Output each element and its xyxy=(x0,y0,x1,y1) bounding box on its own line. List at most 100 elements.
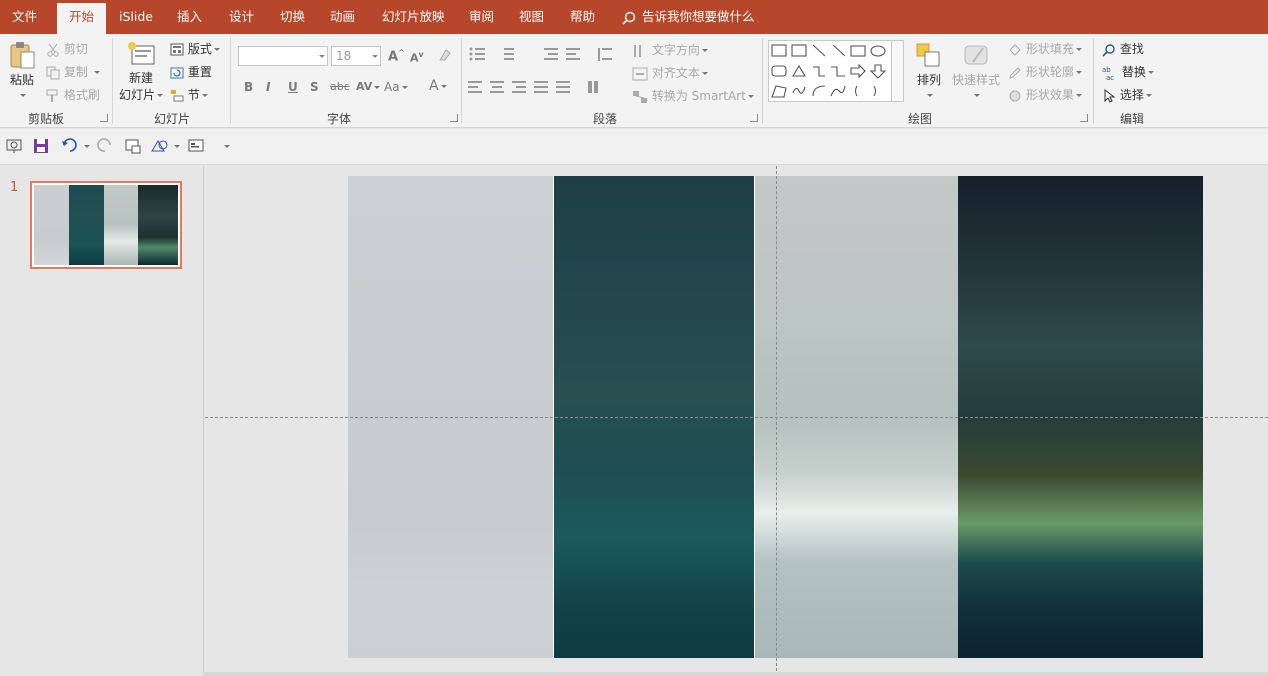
change-case-button[interactable]: Aa xyxy=(384,80,408,94)
group-divider xyxy=(1093,38,1094,124)
clipboard-launcher-icon[interactable] xyxy=(100,114,108,122)
tab-insert[interactable]: 插入 xyxy=(165,0,214,34)
shape-fill-label: 形状填充 xyxy=(1025,42,1074,56)
editing-group-label: 编辑 xyxy=(1119,112,1144,126)
char-spacing-button[interactable]: AV xyxy=(356,80,381,93)
slide-thumbnail[interactable] xyxy=(30,181,182,269)
align-text-label: 对齐文本 xyxy=(651,66,700,80)
tab-islide[interactable]: iSlide xyxy=(107,0,165,34)
layout-label: 版式 xyxy=(187,42,212,56)
replace-icon: abac xyxy=(1102,66,1114,81)
replace-button[interactable]: ab ac 替换 xyxy=(1102,63,1154,81)
font-size-value: 18 xyxy=(336,49,352,63)
shadow-button[interactable]: S xyxy=(310,80,319,94)
paste-button[interactable]: 粘贴 xyxy=(6,40,38,102)
paintbrush-icon xyxy=(46,89,58,102)
drawing-launcher-icon[interactable] xyxy=(1080,114,1088,122)
tab-review[interactable]: 审阅 xyxy=(457,0,506,34)
paragraph-launcher-icon[interactable] xyxy=(750,114,758,122)
select-label: 选择 xyxy=(1119,88,1144,102)
font-group-label: 字体 xyxy=(326,112,351,126)
layout-button[interactable]: 版式 xyxy=(170,40,220,57)
slide-thumbnail-pane: 1 xyxy=(0,166,204,676)
cut-label: 剪切 xyxy=(63,42,88,56)
vertical-guide[interactable] xyxy=(776,166,777,676)
smartart-icon xyxy=(633,90,647,103)
font-launcher-icon[interactable] xyxy=(450,114,458,122)
paste-label: 粘贴 xyxy=(9,73,34,87)
cut-button[interactable]: 剪切 xyxy=(46,40,88,57)
convert-smartart-button[interactable]: 转换为 SmartArt xyxy=(632,87,754,104)
undo-dropdown-icon[interactable] xyxy=(84,145,90,148)
italic-button[interactable]: I xyxy=(266,80,270,94)
shape-effects-label: 形状效果 xyxy=(1025,88,1074,102)
magnifier-icon xyxy=(1102,43,1115,57)
underline-button[interactable]: U xyxy=(288,80,298,94)
reset-button[interactable]: 重置 xyxy=(170,63,212,80)
section-button[interactable]: 节 xyxy=(170,86,208,103)
shapes-icon[interactable] xyxy=(150,137,170,155)
tab-animations[interactable]: 动画 xyxy=(318,0,367,34)
present-icon[interactable] xyxy=(5,137,23,155)
quick-styles-icon xyxy=(964,45,988,65)
find-button[interactable]: 查找 xyxy=(1102,40,1144,57)
shape-outline-button[interactable]: 形状轮廓 xyxy=(1008,63,1082,80)
section-label: 节 xyxy=(187,88,200,102)
select-button[interactable]: 选择 xyxy=(1102,86,1152,103)
shapes-dropdown-icon[interactable] xyxy=(174,145,180,148)
arrange-button[interactable]: 排列 xyxy=(914,42,944,102)
menu-bar: 文件 开始 iSlide 插入 设计 切换 动画 幻灯片放映 审阅 视图 帮助 … xyxy=(0,0,1268,34)
text-direction-button[interactable]: 文字方向 xyxy=(632,41,708,58)
group-divider xyxy=(762,38,763,124)
slide-editing-canvas[interactable] xyxy=(205,166,1268,676)
shrink-font-button[interactable]: Av xyxy=(410,50,424,65)
new-slide-button[interactable]: 新建 幻灯片 xyxy=(118,40,164,103)
strikethrough-button[interactable]: abc xyxy=(330,80,350,93)
slide-from-start-icon[interactable] xyxy=(124,137,142,155)
align-text-button[interactable]: 对齐文本 xyxy=(632,64,708,81)
text-direction-icon xyxy=(634,44,641,57)
textbox-icon[interactable] xyxy=(187,137,205,155)
horizontal-guide[interactable] xyxy=(205,417,1268,418)
quick-styles-button[interactable]: 快速样式 xyxy=(950,42,1002,102)
horizontal-scrollbar[interactable] xyxy=(205,672,1268,676)
tab-help[interactable]: 帮助 xyxy=(558,0,607,34)
reset-icon xyxy=(170,67,184,79)
shapes-gallery-icons xyxy=(771,44,887,98)
arrange-label: 排列 xyxy=(916,73,941,87)
group-divider xyxy=(230,38,231,124)
save-icon[interactable] xyxy=(33,137,49,155)
customize-qat-icon[interactable] xyxy=(224,145,230,148)
redo-icon[interactable] xyxy=(96,137,114,155)
tab-design[interactable]: 设计 xyxy=(217,0,266,34)
grow-font-button[interactable]: A^ xyxy=(388,48,405,64)
format-painter-button[interactable]: 格式刷 xyxy=(46,86,100,103)
shapes-scroll[interactable] xyxy=(891,41,903,101)
section-icon xyxy=(171,90,184,102)
paragraph-list-icons[interactable] xyxy=(468,46,628,62)
tab-slideshow[interactable]: 幻灯片放映 xyxy=(370,0,457,34)
reset-label: 重置 xyxy=(187,65,212,79)
copy-button[interactable]: 复制 xyxy=(46,63,100,80)
new-slide-label-1: 新建 xyxy=(128,71,153,85)
shapes-gallery[interactable] xyxy=(768,40,904,102)
undo-icon[interactable] xyxy=(61,137,79,155)
tab-file[interactable]: 文件 xyxy=(0,0,49,34)
paragraph-align-icons[interactable] xyxy=(468,80,618,94)
group-divider xyxy=(461,38,462,124)
tab-transitions[interactable]: 切换 xyxy=(268,0,317,34)
quick-access-toolbar xyxy=(0,129,1268,165)
tab-view[interactable]: 视图 xyxy=(507,0,556,34)
shape-effects-button[interactable]: 形状效果 xyxy=(1008,86,1082,103)
bold-button[interactable]: B xyxy=(244,80,253,94)
font-name-dropdown[interactable] xyxy=(238,46,328,66)
shape-fill-button[interactable]: 形状填充 xyxy=(1008,40,1082,57)
tell-me-box[interactable]: 告诉我你想要做什么 xyxy=(622,0,755,34)
thumbnail-preview xyxy=(34,185,178,265)
clipboard-group-label: 剪贴板 xyxy=(27,112,64,126)
font-size-dropdown[interactable]: 18 xyxy=(331,46,381,66)
clear-formatting-icon[interactable] xyxy=(437,48,453,65)
smartart-label: 转换为 SmartArt xyxy=(651,89,746,103)
tab-home[interactable]: 开始 xyxy=(57,3,107,34)
font-color-button[interactable]: A xyxy=(429,78,447,94)
